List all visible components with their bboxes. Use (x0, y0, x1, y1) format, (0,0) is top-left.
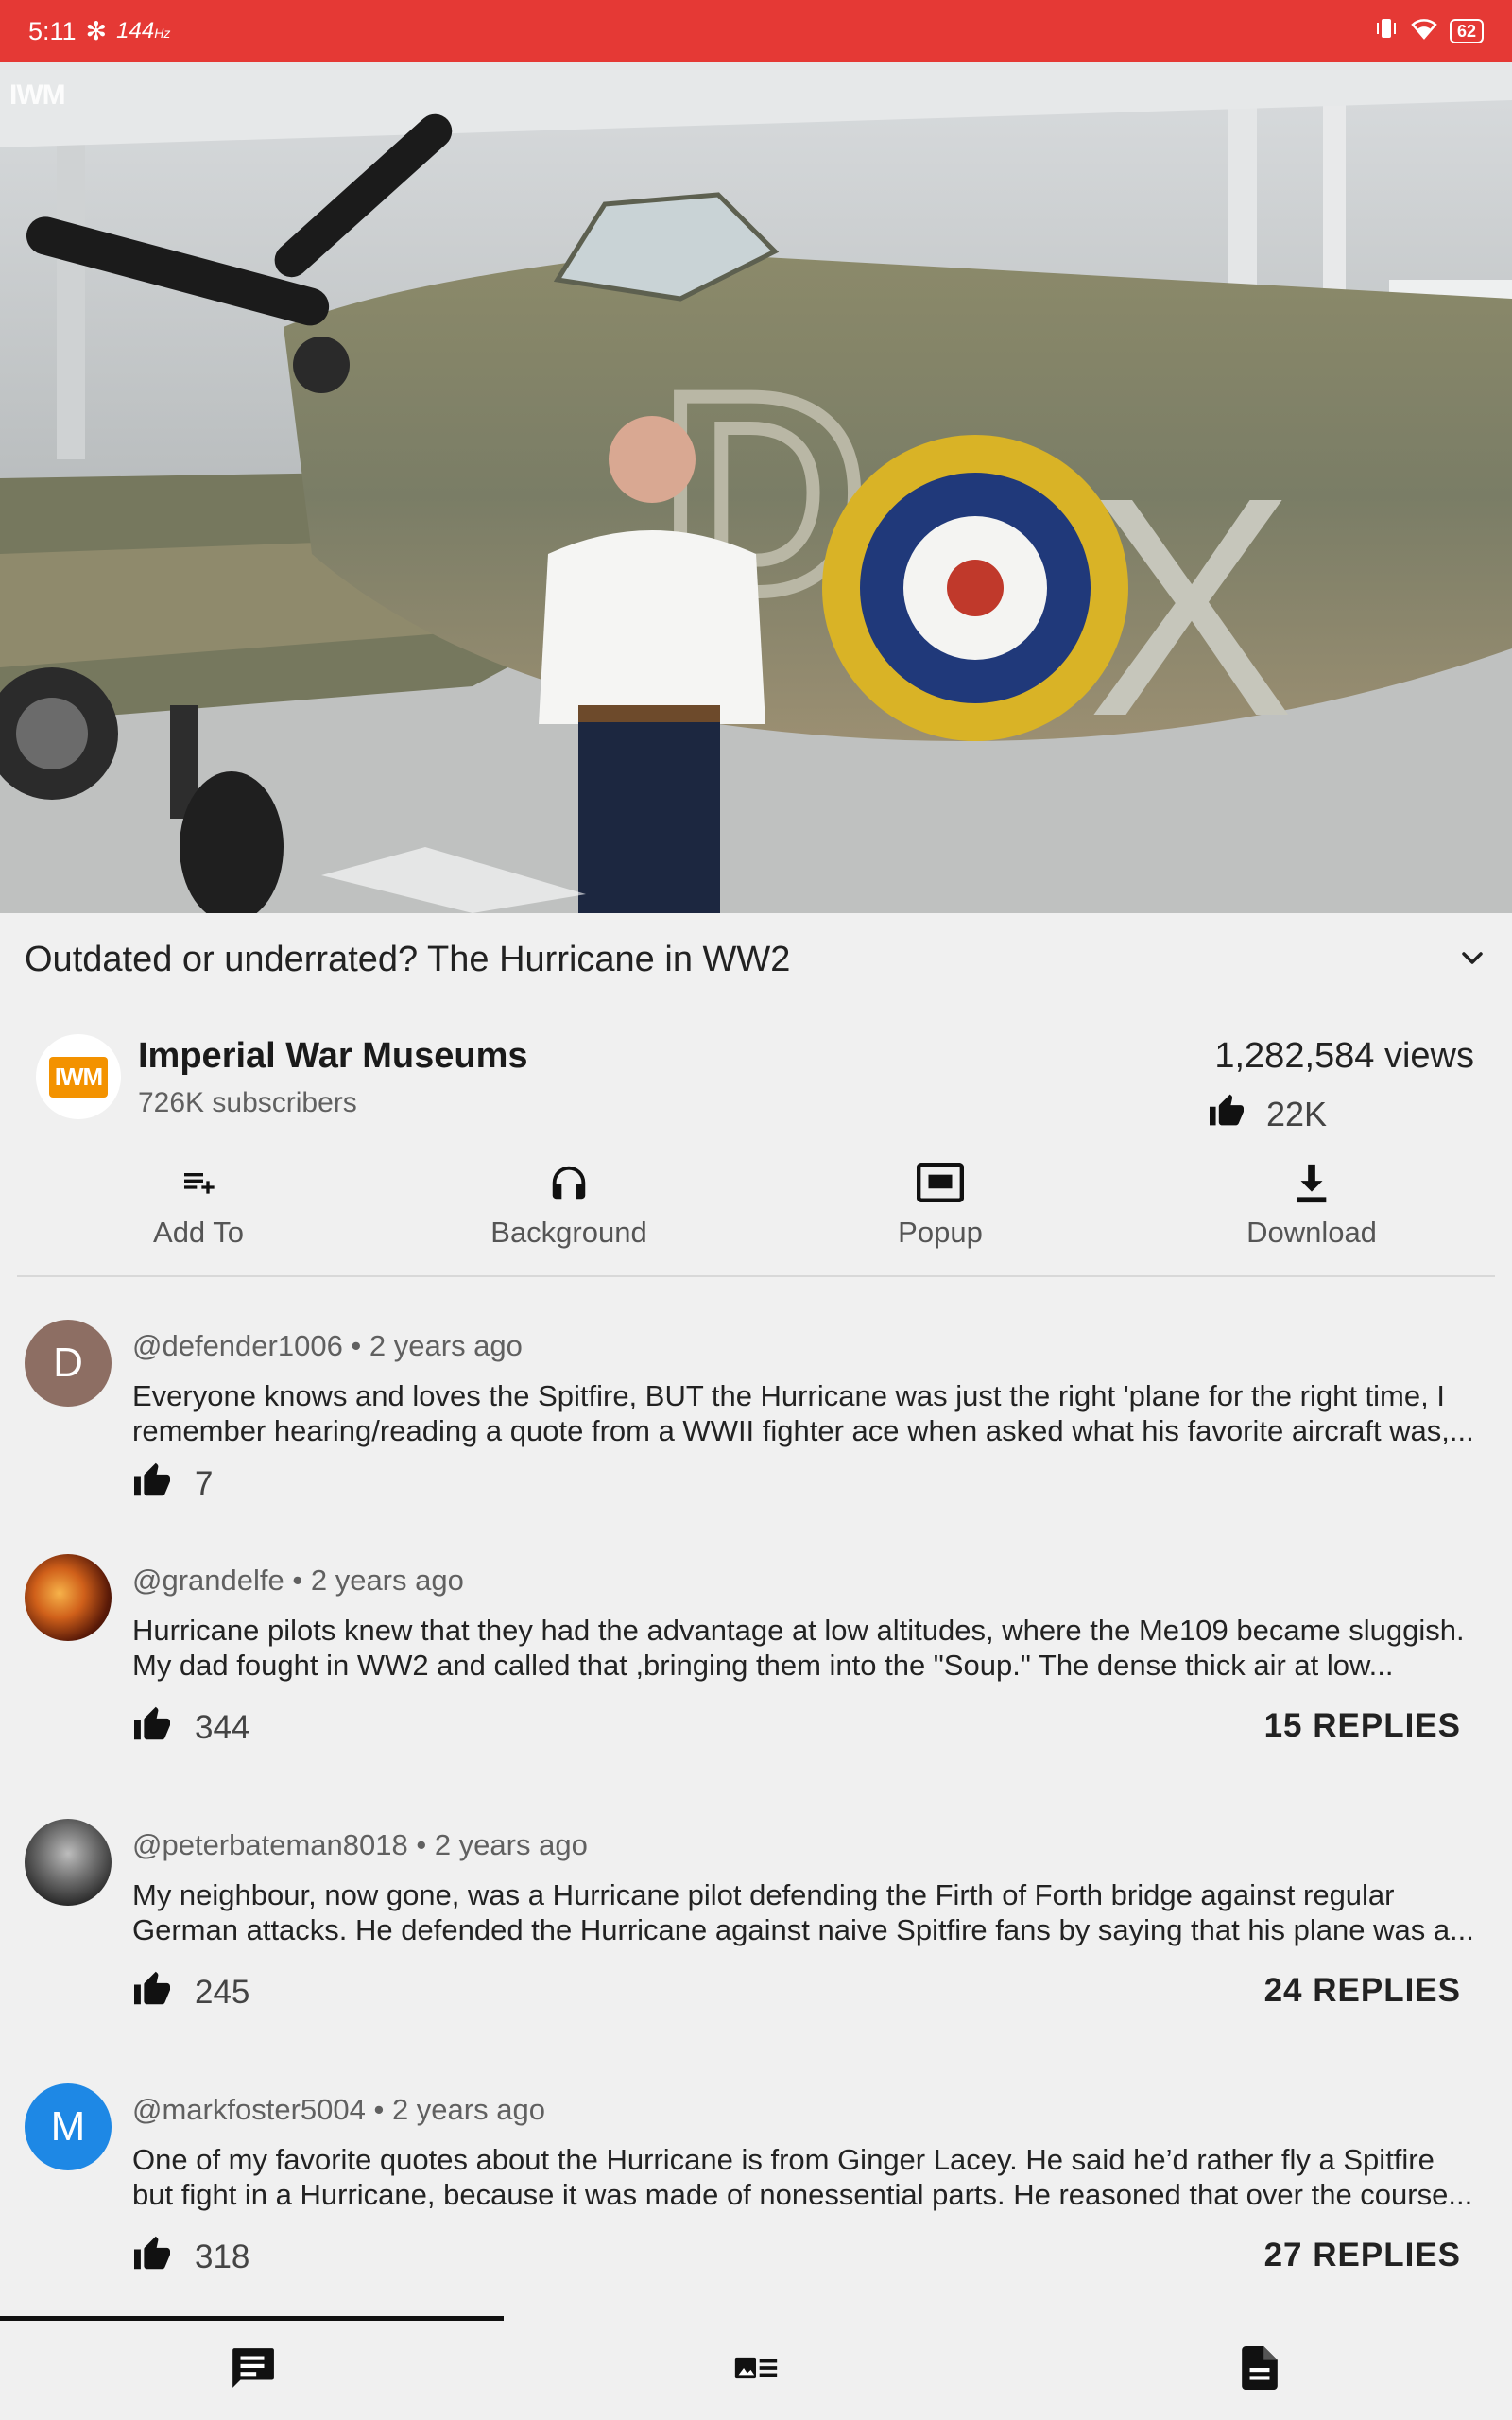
video-watermark: IWM (9, 79, 66, 111)
comment-meta: @grandelfe • 2 years ago (132, 1564, 464, 1597)
video-likes: 22K (1208, 1093, 1327, 1135)
thumbs-up-icon (132, 1461, 172, 1506)
replies-button[interactable]: 27 REPLIES (1264, 2237, 1461, 2274)
channel-name[interactable]: Imperial War Museums (138, 1036, 528, 1077)
comment-text-line: but fight in a Hurricane, because it was… (132, 2178, 1473, 2211)
refresh-rate-value: 144 (116, 18, 155, 43)
comment-author[interactable]: @markfoster5004 (132, 2093, 366, 2126)
comment-text: One of my favorite quotes about the Hurr… (132, 2142, 1484, 2212)
vibrate-icon (1374, 17, 1399, 46)
background-label: Background (490, 1216, 647, 1249)
video-player[interactable]: D X IWM (0, 62, 1512, 913)
video-title: Outdated or underrated? The Hurricane in… (25, 940, 791, 979)
battery-icon: 62 (1449, 19, 1484, 43)
section-divider (17, 1275, 1495, 1277)
commenter-avatar[interactable]: M (25, 2083, 112, 2170)
comment-time: 2 years ago (434, 1828, 588, 1861)
comment-text-line: My neighbour, now gone, was a Hurricane … (132, 1878, 1395, 1911)
comment-time: 2 years ago (391, 2093, 545, 2126)
download-icon (1170, 1161, 1453, 1204)
popup-button[interactable]: Popup (799, 1161, 1082, 1250)
description-icon (1241, 2346, 1278, 2394)
playlist-add-icon (57, 1161, 340, 1204)
tab-related-videos[interactable] (504, 2321, 1007, 2420)
fan-icon: ✻ (85, 16, 108, 45)
replies-button[interactable]: 24 REPLIES (1264, 1972, 1461, 2010)
bottom-tab-bar (0, 2321, 1512, 2420)
related-videos-icon (733, 2354, 779, 2387)
comment-text: Hurricane pilots knew that they had the … (132, 1613, 1484, 1683)
commenter-avatar[interactable] (25, 1819, 112, 1906)
background-button[interactable]: Background (427, 1161, 711, 1250)
replies-button[interactable]: 15 REPLIES (1264, 1707, 1461, 1745)
comment-author[interactable]: @grandelfe (132, 1564, 284, 1597)
chevron-down-icon[interactable] (1455, 942, 1489, 976)
channel-subscribers: 726K subscribers (138, 1087, 357, 1118)
view-count: 1,282,584 views (1214, 1036, 1474, 1076)
tab-comments[interactable] (0, 2321, 504, 2420)
comment-likes: 318 (132, 2235, 249, 2279)
channel-avatar[interactable]: IWM (36, 1034, 121, 1119)
comment-time: 2 years ago (310, 1564, 464, 1597)
comment-text: My neighbour, now gone, was a Hurricane … (132, 1877, 1484, 1947)
iwm-logo: IWM (48, 1056, 109, 1098)
commenter-avatar[interactable] (25, 1554, 112, 1641)
comment-text-line: One of my favorite quotes about the Hurr… (132, 2143, 1435, 2176)
comment-text-line: remember hearing/reading a quote from a … (132, 1414, 1474, 1447)
comment-like-count: 7 (195, 1464, 214, 1502)
popup-label: Popup (898, 1216, 983, 1249)
comment-meta: @peterbateman8018 • 2 years ago (132, 1828, 588, 1861)
headphones-icon (427, 1161, 711, 1204)
download-label: Download (1246, 1216, 1377, 1249)
add-to-label: Add To (153, 1216, 244, 1249)
comment-like-count: 318 (195, 2238, 250, 2275)
avatar-letter: M (50, 2103, 86, 2150)
status-right: 62 (1374, 17, 1484, 46)
video-likes-count: 22K (1266, 1094, 1328, 1133)
thumbs-up-icon (132, 2235, 172, 2279)
comment-author[interactable]: @defender1006 (132, 1329, 343, 1362)
comment-likes: 7 (132, 1461, 213, 1506)
status-left: 5:11 ✻ 144Hz (28, 17, 170, 46)
refresh-rate: 144Hz (116, 18, 170, 44)
commenter-avatar[interactable]: D (25, 1320, 112, 1407)
comment-like-count: 245 (195, 1973, 250, 2011)
status-bar: 5:11 ✻ 144Hz 62 (0, 0, 1512, 62)
clock: 5:11 (28, 16, 77, 45)
comment-like-count: 344 (195, 1708, 250, 1746)
download-button[interactable]: Download (1170, 1161, 1453, 1250)
comment-meta: @markfoster5004 • 2 years ago (132, 2093, 545, 2126)
comment-likes: 344 (132, 1705, 249, 1750)
refresh-rate-unit: Hz (154, 26, 171, 41)
comment-text-line: Hurricane pilots knew that they had the … (132, 1614, 1465, 1647)
comment-text: Everyone knows and loves the Spitfire, B… (132, 1378, 1484, 1448)
avatar-letter: D (53, 1340, 83, 1386)
action-bar: Add To Background Popup Download (0, 1161, 1512, 1259)
picture-in-picture-icon (799, 1161, 1082, 1204)
comment-meta: @defender1006 • 2 years ago (132, 1329, 523, 1362)
add-to-button[interactable]: Add To (57, 1161, 340, 1250)
thumbs-up-icon (132, 1705, 172, 1750)
video-frame: D X (0, 62, 1512, 913)
comment-time: 2 years ago (369, 1329, 523, 1362)
comment-text-line: Everyone knows and loves the Spitfire, B… (132, 1379, 1445, 1412)
comment-likes: 245 (132, 1970, 249, 2014)
thumbs-up-icon (1208, 1093, 1246, 1135)
comment-text-line: German attacks. He defended the Hurrican… (132, 1913, 1474, 1946)
comment-text-line: My dad fought in WW2 and called that ,br… (132, 1649, 1394, 1682)
comments-icon (229, 2346, 276, 2394)
thumbs-up-icon (132, 1970, 172, 2014)
wifi-icon (1410, 17, 1438, 46)
tab-description[interactable] (1007, 2321, 1511, 2420)
comment-author[interactable]: @peterbateman8018 (132, 1828, 408, 1861)
